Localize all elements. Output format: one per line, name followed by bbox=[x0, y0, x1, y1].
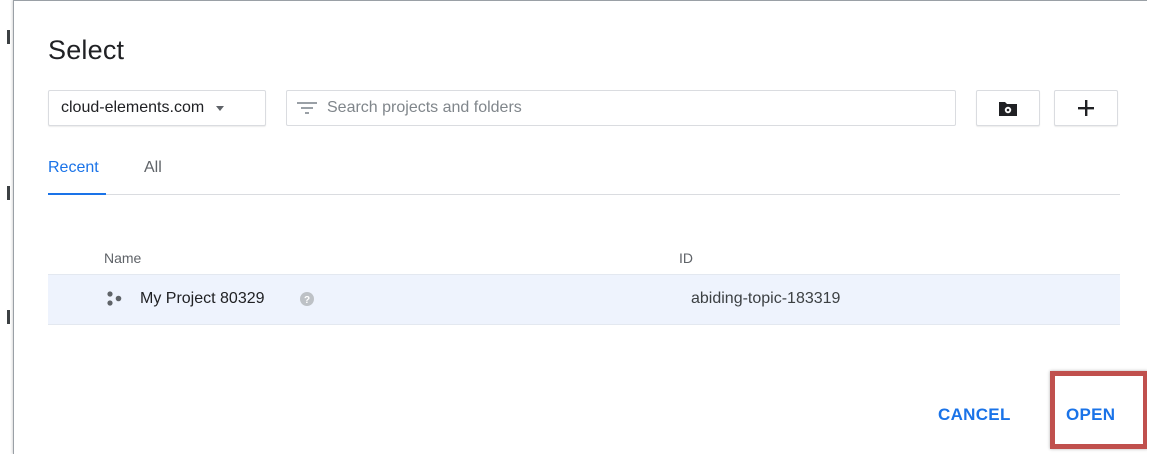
backdrop-mark bbox=[7, 30, 10, 44]
cancel-button[interactable]: CANCEL bbox=[938, 405, 1011, 425]
project-name: My Project 80329 bbox=[140, 290, 265, 307]
column-header-id[interactable]: ID bbox=[679, 250, 693, 266]
tab-bar: Recent All bbox=[48, 151, 1120, 195]
project-icon bbox=[107, 291, 122, 306]
page: Select cloud-elements.com Search project… bbox=[0, 0, 1150, 454]
backdrop-mark bbox=[7, 186, 10, 200]
plus-icon bbox=[1078, 100, 1094, 116]
dialog-title: Select bbox=[48, 35, 125, 65]
select-dialog: Select cloud-elements.com Search project… bbox=[13, 0, 1150, 454]
svg-text:?: ? bbox=[304, 295, 310, 306]
highlight-annotation bbox=[1050, 371, 1148, 449]
filter-icon bbox=[297, 102, 317, 114]
backdrop-mark bbox=[7, 310, 10, 324]
organization-dropdown[interactable]: cloud-elements.com bbox=[48, 90, 266, 126]
organization-dropdown-value: cloud-elements.com bbox=[61, 99, 205, 116]
tab-recent[interactable]: Recent bbox=[48, 159, 99, 177]
help-icon[interactable]: ? bbox=[299, 291, 315, 307]
new-folder-icon bbox=[999, 101, 1017, 116]
project-id: abiding-topic-183319 bbox=[691, 290, 841, 307]
active-tab-indicator bbox=[48, 193, 106, 195]
add-button[interactable] bbox=[1054, 90, 1118, 126]
column-header-name[interactable]: Name bbox=[104, 250, 141, 266]
backdrop-edge bbox=[0, 0, 10, 454]
table-row[interactable]: My Project 80329 ? abiding-topic-183319 bbox=[48, 274, 1120, 325]
search-input[interactable] bbox=[327, 93, 945, 123]
chevron-down-icon bbox=[216, 105, 225, 111]
new-folder-button[interactable] bbox=[976, 90, 1040, 126]
search-box[interactable] bbox=[286, 90, 956, 126]
tab-all[interactable]: All bbox=[144, 159, 162, 177]
